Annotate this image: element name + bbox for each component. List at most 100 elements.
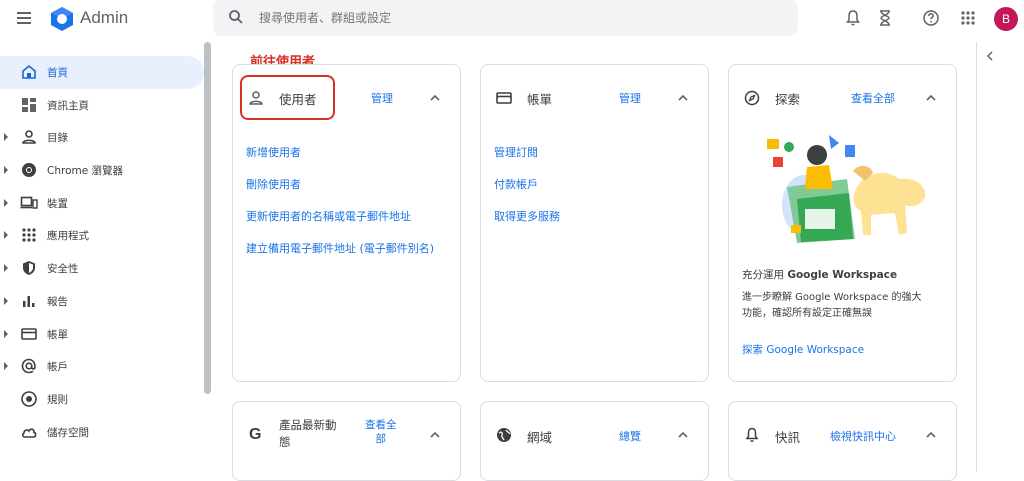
product-updates-title-line2: 態 xyxy=(279,435,291,449)
chevron-up-icon[interactable] xyxy=(674,426,692,444)
compass-icon xyxy=(744,90,760,106)
delete-user-link[interactable]: 刪除使用者 xyxy=(246,176,301,192)
sidebar-item[interactable]: 儲存空間 xyxy=(0,416,204,449)
globe-icon xyxy=(497,428,511,442)
sidebar-item-label: 報告 xyxy=(47,295,68,308)
add-user-link[interactable]: 新增使用者 xyxy=(246,144,301,160)
sidebar-item-label: 首頁 xyxy=(47,67,68,79)
expand-caret-icon[interactable] xyxy=(4,166,8,175)
get-more-services-link[interactable]: 取得更多服務 xyxy=(494,208,560,224)
sidebar-item[interactable]: 目錄 xyxy=(0,121,204,154)
chevron-up-icon[interactable] xyxy=(426,426,444,444)
home-icon xyxy=(22,64,36,79)
sidebar-item[interactable]: 裝置 xyxy=(0,187,204,220)
chevron-up-icon[interactable] xyxy=(922,89,940,107)
bell-icon xyxy=(745,427,759,442)
users-manage-link[interactable]: 管理 xyxy=(371,90,393,106)
rules-icon xyxy=(21,391,37,407)
shield-icon xyxy=(23,261,35,276)
bar-chart-icon xyxy=(23,295,35,307)
product-updates-action-line2: 部 xyxy=(375,433,387,445)
create-email-alias-link[interactable]: 建立備用電子郵件地址 (電子郵件別名) xyxy=(246,240,434,256)
explore-view-all-link[interactable]: 查看全部 xyxy=(851,90,895,106)
sidebar-item[interactable]: 帳戶 xyxy=(0,350,204,383)
svg-text:G: G xyxy=(249,426,261,442)
help-icon[interactable] xyxy=(921,8,941,28)
billing-card-icon xyxy=(496,92,512,104)
sidebar-scrollbar[interactable] xyxy=(204,42,211,394)
alerts-center-link[interactable]: 檢視快訊中心 xyxy=(830,428,896,444)
domains-overview-link[interactable]: 總覽 xyxy=(619,428,641,444)
expand-caret-icon[interactable] xyxy=(4,296,8,305)
admin-logo-icon[interactable] xyxy=(49,6,75,32)
person-icon xyxy=(22,130,36,145)
expand-caret-icon[interactable] xyxy=(4,362,8,371)
bell-icon[interactable] xyxy=(843,8,863,28)
search-input[interactable] xyxy=(259,7,759,29)
highlight-box xyxy=(240,75,335,120)
sidebar-item[interactable]: 首頁 xyxy=(0,56,204,89)
cloud-icon xyxy=(21,427,37,438)
explore-heading: 充分運用 Google Workspace xyxy=(742,267,897,283)
sidebar-item-label: 儲存空間 xyxy=(47,426,89,439)
explore-heading-brand: Google Workspace xyxy=(787,269,898,281)
expand-caret-icon[interactable] xyxy=(4,264,8,273)
avatar[interactable]: B xyxy=(994,7,1018,31)
alerts-title[interactable]: 快訊 xyxy=(775,427,800,446)
right-panel-collapse xyxy=(976,42,1002,472)
sidebar-item[interactable]: 報告 xyxy=(0,285,204,318)
sidebar-item[interactable]: Chrome 瀏覽器 xyxy=(0,154,204,187)
billing-card-icon xyxy=(21,327,37,340)
expand-caret-icon[interactable] xyxy=(4,231,8,240)
sidebar-item[interactable]: 安全性 xyxy=(0,252,204,285)
product-updates-title-line1: 產品最新動 xyxy=(279,418,337,432)
manage-subscriptions-link[interactable]: 管理訂閱 xyxy=(494,144,538,160)
chevron-up-icon[interactable] xyxy=(426,89,444,107)
apps-launcher-icon[interactable] xyxy=(958,8,978,28)
sidebar-item-label: 裝置 xyxy=(47,197,68,210)
chevron-up-icon[interactable] xyxy=(674,89,692,107)
product-updates-title[interactable]: 產品最新動 態 xyxy=(279,417,337,451)
explore-card-header[interactable]: 探索 查看全部 xyxy=(729,65,956,125)
sidebar-item-label: 安全性 xyxy=(47,263,79,276)
explore-card-title[interactable]: 探索 xyxy=(775,89,800,108)
product-updates-action-line1: 查看全 xyxy=(365,419,397,431)
main-menu-icon[interactable] xyxy=(14,8,34,28)
top-bar: Admin B xyxy=(0,0,1024,38)
product-updates-header[interactable]: G 產品最新動 態 查看全 部 xyxy=(233,402,460,462)
sidebar-item-label: 資訊主頁 xyxy=(47,99,89,112)
alerts-header[interactable]: 快訊 檢視快訊中心 xyxy=(729,402,956,462)
sidebar-item-label: 應用程式 xyxy=(47,230,89,243)
sidebar-item[interactable]: 應用程式 xyxy=(0,219,204,252)
at-sign-icon xyxy=(21,358,36,374)
sidebar-item[interactable]: 資訊主頁 xyxy=(0,89,204,122)
sidebar-item[interactable]: 規則 xyxy=(0,383,204,416)
update-user-name-link[interactable]: 更新使用者的名稱或電子郵件地址 xyxy=(246,208,411,224)
alerts-card: 快訊 檢視快訊中心 xyxy=(728,401,957,481)
hourglass-icon[interactable] xyxy=(875,8,895,28)
google-g-icon: G xyxy=(249,426,261,442)
expand-caret-icon[interactable] xyxy=(4,329,8,338)
search-icon xyxy=(229,10,243,24)
explore-workspace-link[interactable]: 探索 Google Workspace xyxy=(742,342,864,357)
payment-accounts-link[interactable]: 付款帳戶 xyxy=(494,176,538,192)
apps-grid-icon xyxy=(22,228,36,243)
domains-header[interactable]: 網域 總覽 xyxy=(481,402,708,462)
domains-title[interactable]: 網域 xyxy=(527,427,552,446)
product-updates-view-all-link[interactable]: 查看全 部 xyxy=(365,418,397,446)
search-bar[interactable] xyxy=(213,0,798,36)
sidebar: 首頁資訊主頁目錄 Chrome 瀏覽器裝置應用程式安全性報告帳單帳戶 規則儲存空間 xyxy=(0,56,204,448)
explore-heading-prefix: 充分運用 xyxy=(742,269,784,281)
chevron-left-icon[interactable] xyxy=(984,50,996,62)
expand-caret-icon[interactable] xyxy=(4,198,8,207)
explore-description-line1: 進一步瞭解 Google Workspace 的強大 xyxy=(742,292,922,303)
billing-card-title[interactable]: 帳單 xyxy=(527,89,552,108)
sidebar-item-label: 帳單 xyxy=(47,328,68,341)
expand-caret-icon[interactable] xyxy=(4,133,8,142)
billing-card-header[interactable]: 帳單 管理 xyxy=(481,65,708,125)
sidebar-item[interactable]: 帳單 xyxy=(0,318,204,351)
billing-manage-link[interactable]: 管理 xyxy=(619,90,641,106)
app-name[interactable]: Admin xyxy=(80,8,128,28)
workspace-illustration xyxy=(767,135,926,243)
chevron-up-icon[interactable] xyxy=(922,426,940,444)
